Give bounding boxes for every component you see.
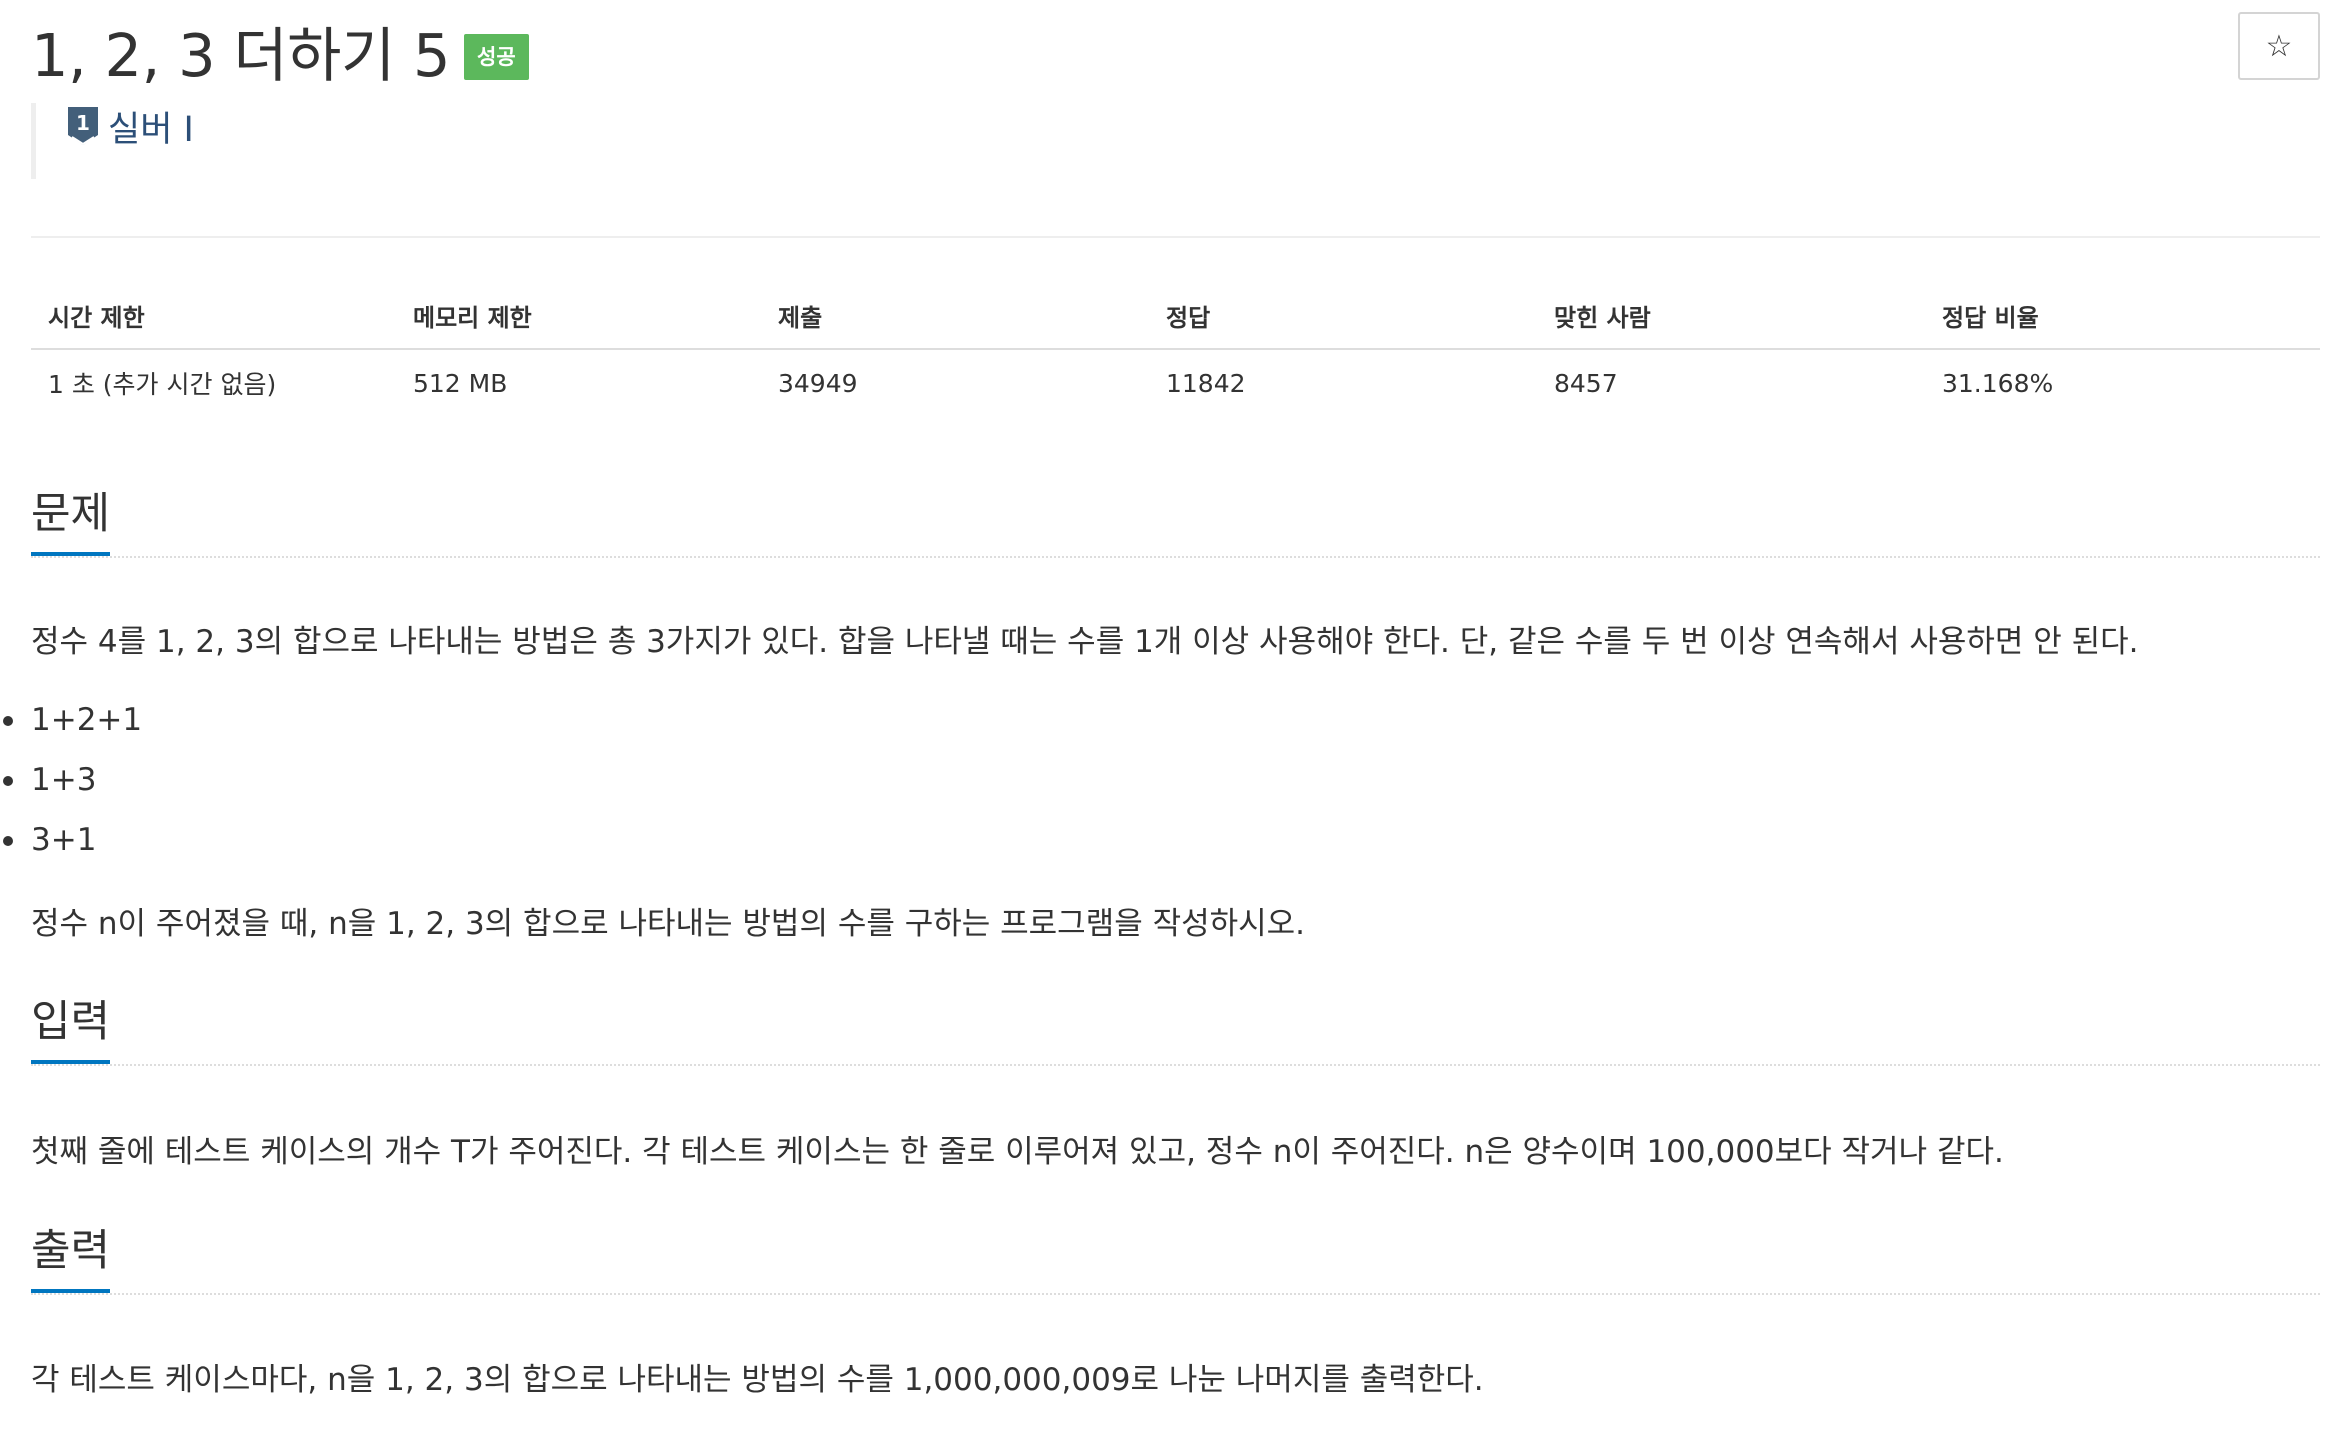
section-description-header: 문제 (31, 488, 2320, 558)
tier-number: 1 (76, 111, 90, 135)
cell-accepted: 11842 (1166, 368, 1246, 398)
cell-time-limit: 1 초 (추가 시간 없음) (48, 370, 277, 399)
cell-solvers: 8457 (1554, 368, 1618, 398)
cell-submissions: 34949 (778, 368, 858, 398)
tier-label: 실버 I (108, 109, 194, 150)
header-memory-limit: 메모리 제한 (396, 282, 761, 350)
problem-info-table: 시간 제한 메모리 제한 제출 정답 맞힌 사람 정답 비율 1 초 (추가 시… (31, 282, 2320, 416)
list-item: 3+1 (0, 818, 142, 878)
header-time-limit: 시간 제한 (31, 282, 396, 350)
silver-tier-icon: 1 (68, 107, 98, 146)
table-row: 1 초 (추가 시간 없음) 512 MB 34949 11842 8457 3… (31, 349, 2320, 416)
section-divider (31, 1293, 2320, 1295)
table-header-row: 시간 제한 메모리 제한 제출 정답 맞힌 사람 정답 비율 (31, 282, 2320, 350)
section-output-title: 출력 (31, 1225, 111, 1293)
section-divider (31, 556, 2320, 558)
section-input-title: 입력 (31, 996, 111, 1064)
header-accepted: 정답 (1149, 282, 1537, 350)
problem-page: 1, 2, 3 더하기 5 성공 ☆ 1 실버 I 시간 제한 메모리 제한 제… (0, 0, 2330, 1430)
title-row: 1, 2, 3 더하기 5 성공 (31, 10, 529, 90)
example-list: 1+2+1 1+3 3+1 (0, 698, 142, 878)
header-submissions: 제출 (761, 282, 1149, 350)
output-paragraph: 각 테스트 케이스마다, n을 1, 2, 3의 합으로 나타내는 방법의 수를… (31, 1362, 1484, 1398)
section-description-title: 문제 (31, 488, 111, 556)
section-divider (31, 1064, 2320, 1066)
input-paragraph: 첫째 줄에 테스트 케이스의 개수 T가 주어진다. 각 테스트 케이스는 한 … (31, 1134, 2004, 1170)
description-paragraph-1: 정수 4를 1, 2, 3의 합으로 나타내는 방법은 총 3가지가 있다. 합… (31, 624, 2139, 660)
cell-accept-ratio: 31.168% (1942, 368, 2054, 398)
header-solvers: 맞힌 사람 (1537, 282, 1925, 350)
description-paragraph-2: 정수 n이 주어졌을 때, n을 1, 2, 3의 합으로 나타내는 방법의 수… (31, 906, 1306, 942)
list-item: 1+3 (0, 758, 142, 818)
star-icon: ☆ (2265, 28, 2293, 64)
result-badge[interactable]: 성공 (464, 34, 529, 80)
problem-title: 1, 2, 3 더하기 5 (31, 20, 451, 90)
list-item: 1+2+1 (0, 698, 142, 758)
section-output-header: 출력 (31, 1225, 2320, 1295)
section-input-header: 입력 (31, 996, 2320, 1066)
header-accept-ratio: 정답 비율 (1925, 282, 2320, 350)
tier-link[interactable]: 1 실버 I (66, 101, 194, 152)
favorite-button[interactable]: ☆ (2238, 12, 2320, 80)
tier-block: 1 실버 I (31, 103, 194, 179)
cell-memory-limit: 512 MB (413, 368, 508, 398)
divider (31, 236, 2320, 238)
